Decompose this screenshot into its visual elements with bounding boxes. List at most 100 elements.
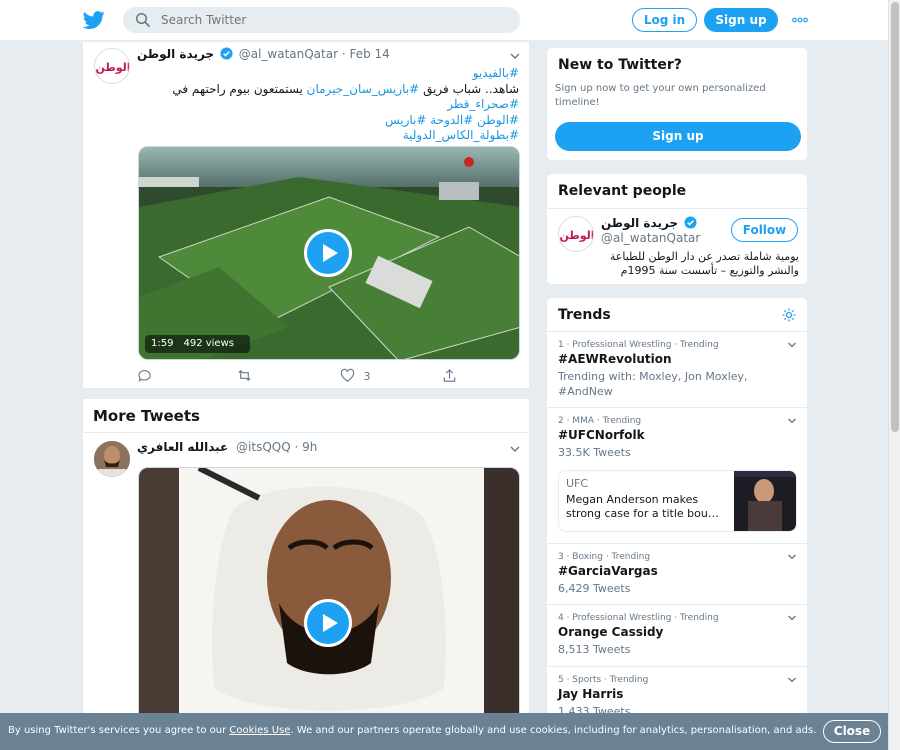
retweet-icon <box>238 370 251 381</box>
verified-badge-icon <box>684 216 697 229</box>
close-button[interactable]: Close <box>823 720 881 743</box>
reply-button[interactable] <box>137 368 152 384</box>
scrollbar[interactable] <box>888 0 900 750</box>
trends-box: Trends 1 · Professional Wrestling · Tren… <box>546 297 808 727</box>
new-to-twitter-box: New to Twitter? Sign up now to get your … <box>546 47 808 161</box>
tweet[interactable]: عبدالله العافري @itsQQQ · 9h <box>82 432 530 750</box>
search-input[interactable] <box>161 10 501 30</box>
search-icon <box>135 12 151 28</box>
chevron-down-icon[interactable] <box>787 675 797 685</box>
watan-logo-icon: الوطن <box>559 218 594 251</box>
cookie-text: By using Twitter's services you agree to… <box>8 725 817 736</box>
trend-name[interactable]: #GarciaVargas <box>558 564 658 578</box>
avatar[interactable] <box>94 441 130 477</box>
gear-icon[interactable] <box>781 307 797 323</box>
like-count: 3 <box>363 370 371 383</box>
person-handle[interactable]: @al_watanQatar <box>601 231 700 245</box>
tweet-line: شاهد.. شباب فريق #باريس_سان_جيرمان يستمت… <box>172 81 519 96</box>
author-handle[interactable]: @itsQQQ <box>236 440 291 454</box>
tweet-header: عبدالله العافري @itsQQQ · 9h <box>137 440 517 458</box>
avatar[interactable]: الوطن <box>558 216 594 252</box>
cookie-banner: By using Twitter's services you agree to… <box>0 713 888 750</box>
trend-meta: 2 · MMA · Trending <box>558 416 642 426</box>
user-photo <box>94 441 130 477</box>
signup-button[interactable]: Sign up <box>704 8 778 32</box>
cookies-use-link[interactable]: Cookies Use <box>229 725 290 736</box>
hashtag-link[interactable]: #الوطن #الدوحة #باريس <box>385 113 519 127</box>
tweet-time[interactable]: · Feb 14 <box>342 47 390 61</box>
news-card[interactable]: UFC Megan Anderson makes strong case for… <box>558 470 797 532</box>
hashtag-link[interactable]: #صحراء_قطر <box>447 97 519 111</box>
play-button[interactable] <box>304 229 352 277</box>
chevron-down-icon[interactable] <box>787 340 797 350</box>
tweet-header: جريدة الوطن @al_watanQatar · Feb 14 <box>137 47 517 65</box>
author-handle[interactable]: @al_watanQatar <box>239 47 338 61</box>
main-column: الوطن جريدة الوطن @al_watanQatar · Feb 1… <box>82 41 530 750</box>
search-box[interactable] <box>123 7 520 33</box>
verified-badge-icon <box>220 47 233 60</box>
avatar[interactable]: الوطن <box>94 48 130 84</box>
heart-icon <box>340 368 355 382</box>
sidebar-signup-button[interactable]: Sign up <box>555 122 801 151</box>
chevron-down-icon[interactable] <box>787 552 797 562</box>
page: Log in Sign up الوطن جريدة الوطن @al_wat… <box>0 0 900 750</box>
reply-icon <box>138 370 151 382</box>
more-tweets-title: More Tweets <box>93 407 200 425</box>
trend-item[interactable]: 3 · Boxing · Trending #GarciaVargas 6,42… <box>547 544 807 605</box>
tweet-time[interactable]: · 9h <box>295 440 318 454</box>
share-button[interactable] <box>442 368 457 384</box>
trend-name[interactable]: #AEWRevolution <box>558 352 672 366</box>
person-name[interactable]: جريدة الوطن <box>601 216 699 230</box>
chevron-down-icon[interactable] <box>509 50 521 62</box>
news-source: UFC <box>566 477 589 490</box>
news-thumbnail <box>734 471 796 531</box>
hashtag-link[interactable]: #بالفيديو <box>473 66 519 80</box>
relevant-people-box: Relevant people الوطن جريدة الوطن @al_wa… <box>546 173 808 285</box>
video-views: 492 views <box>183 338 234 349</box>
news-headline[interactable]: Megan Anderson makes strong case for a t… <box>566 493 726 521</box>
tweet-actions: 3 <box>137 368 467 384</box>
trend-sub: Trending with: Moxley, Jon Moxley, #AndN… <box>558 370 748 398</box>
person-bio: يومية شاملة تصدر عن دار الوطن للطباعة وا… <box>609 250 799 277</box>
trend-sub: 33.5K Tweets <box>558 446 631 459</box>
top-bar: Log in Sign up <box>0 0 888 41</box>
more-options-icon[interactable] <box>792 12 808 28</box>
tweet-line: #بالفيديو <box>137 66 519 82</box>
trend-name[interactable]: Orange Cassidy <box>558 625 663 639</box>
chevron-down-icon[interactable] <box>787 416 797 426</box>
trend-sub: 6,429 Tweets <box>558 582 631 595</box>
tweet-line: #الوطن #الدوحة #باريس <box>137 113 519 129</box>
tweet[interactable]: الوطن جريدة الوطن @al_watanQatar · Feb 1… <box>82 41 530 389</box>
play-icon <box>307 602 349 644</box>
trend-meta: 4 · Professional Wrestling · Trending <box>558 613 719 623</box>
scrollbar-thumb[interactable] <box>891 2 899 432</box>
play-button[interactable] <box>304 599 352 647</box>
tweet-line: #صحراء_قطر <box>137 97 519 113</box>
tweet-line: #بطولة_الكاس_الدولية <box>137 128 519 144</box>
trends-title: Trends <box>558 307 611 323</box>
video-info-badge: 1:59 492 views <box>145 335 250 353</box>
trend-name[interactable]: #UFCNorfolk <box>558 428 645 442</box>
trend-sub: 8,513 Tweets <box>558 643 631 656</box>
follow-button[interactable]: Follow <box>731 218 798 242</box>
chevron-down-icon[interactable] <box>509 443 521 455</box>
trend-item[interactable]: 2 · MMA · Trending #UFCNorfolk 33.5K Twe… <box>547 408 807 544</box>
like-button[interactable]: 3 <box>340 368 371 384</box>
video-player[interactable]: 1:59 492 views <box>138 146 520 360</box>
author-name[interactable]: جريدة الوطن <box>137 47 214 61</box>
login-button[interactable]: Log in <box>632 8 697 32</box>
svg-text:الوطن: الوطن <box>559 229 594 242</box>
chevron-down-icon[interactable] <box>787 613 797 623</box>
trend-name[interactable]: Jay Harris <box>558 687 623 701</box>
twitter-logo-icon[interactable] <box>82 9 106 31</box>
play-icon <box>307 232 349 274</box>
hashtag-link[interactable]: #باريس_سان_جيرمان <box>307 82 420 96</box>
divider <box>547 208 807 209</box>
video-player[interactable] <box>138 467 520 750</box>
hashtag-link[interactable]: #بطولة_الكاس_الدولية <box>403 128 519 142</box>
trend-item[interactable]: 4 · Professional Wrestling · Trending Or… <box>547 605 807 667</box>
share-icon <box>443 369 456 382</box>
retweet-button[interactable] <box>237 368 252 384</box>
trend-item[interactable]: 1 · Professional Wrestling · Trending #A… <box>547 332 807 408</box>
author-name[interactable]: عبدالله العافري <box>137 440 228 454</box>
